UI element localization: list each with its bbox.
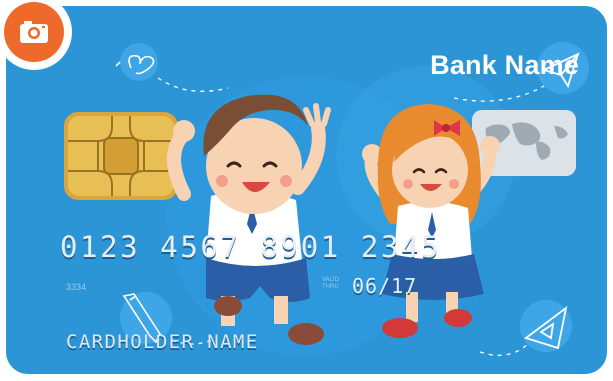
expiry-date: 06/17 [352,274,418,298]
cardholder-name: CARDHOLDER NAME [66,331,259,353]
emv-chip-icon [64,112,178,200]
card-number: 0123 4567 8901 2345 [60,230,442,264]
butterfly-icon [115,43,158,81]
valid-thru-label: VALID THRU [322,277,339,290]
camera-badge-circle [4,2,64,62]
camera-icon [20,21,48,43]
triangle-ruler-icon [520,300,572,352]
bank-name: Bank Name [430,50,579,80]
card-number-prefix: 3334 [66,282,87,292]
card-screen: Bank Name 0123 4567 8901 2345 3334 VALID… [0,0,613,381]
credit-card: Bank Name 0123 4567 8901 2345 3334 VALID… [6,6,607,374]
